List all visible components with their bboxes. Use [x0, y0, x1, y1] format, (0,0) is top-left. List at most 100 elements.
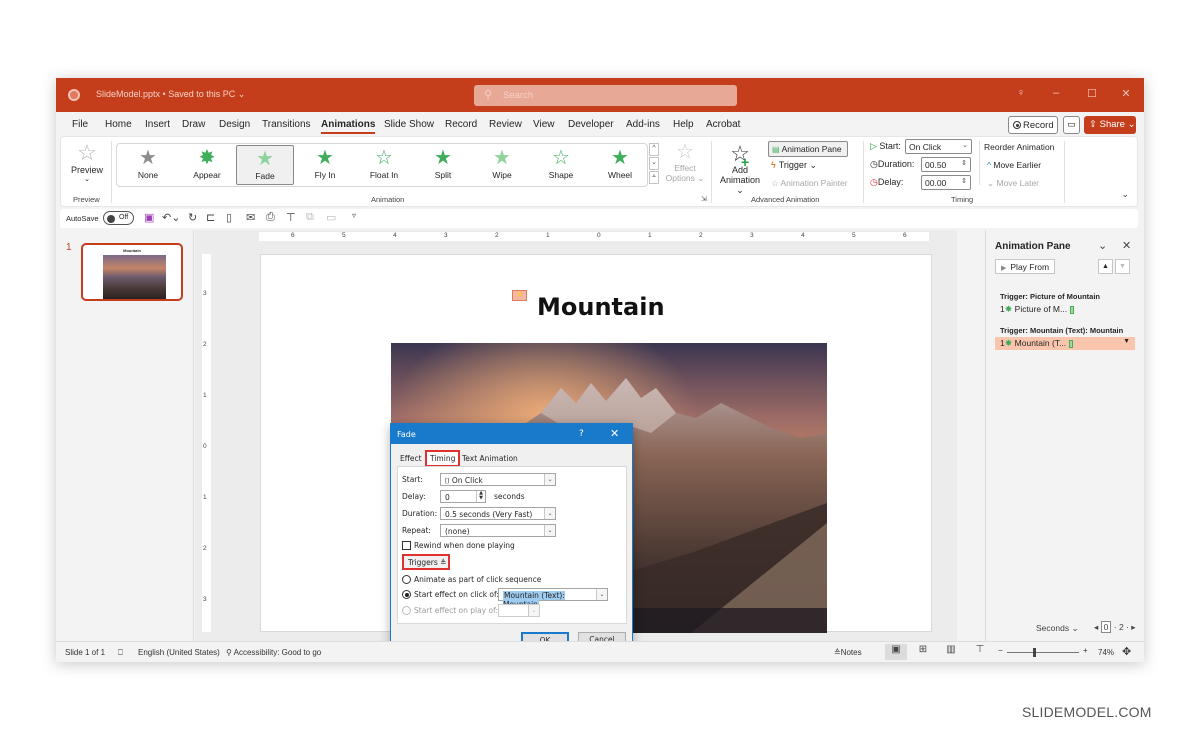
- tab-transitions[interactable]: Transitions: [262, 119, 311, 130]
- delay-spinner[interactable]: 00.00 ⇕: [921, 175, 971, 190]
- radio-click-sequence[interactable]: [402, 575, 411, 584]
- click-object-dropdown[interactable]: Mountain (Text): Mountain⌄: [498, 588, 608, 609]
- help-icon[interactable]: ?: [579, 429, 584, 439]
- gallery-item-fly-in[interactable]: ★ Fly In: [296, 145, 354, 185]
- radio-start-on-click[interactable]: [402, 590, 411, 599]
- move-later-button[interactable]: ⌄ Move Later: [987, 178, 1039, 189]
- zoom-out-button[interactable]: −: [998, 646, 1003, 655]
- duration-dropdown[interactable]: 0.5 seconds (Very Fast) ⌄: [440, 507, 556, 520]
- slide-title[interactable]: Mountain: [537, 293, 665, 321]
- animation-pane-button[interactable]: ▤ Animation Pane: [768, 141, 848, 157]
- close-icon[interactable]: ✕: [1116, 87, 1136, 100]
- slide-sorter-button[interactable]: ⊞: [912, 644, 934, 660]
- zoom-slider-thumb[interactable]: [1033, 648, 1036, 657]
- gallery-expand[interactable]: ⩡: [649, 171, 659, 184]
- lightbulb-icon[interactable]: ♀: [1011, 87, 1031, 99]
- collapse-ribbon-icon[interactable]: ⌄: [1121, 189, 1129, 200]
- tab-animations[interactable]: Animations: [321, 119, 376, 134]
- animation-trigger-tag[interactable]: ⚡: [512, 290, 527, 301]
- tab-view[interactable]: View: [533, 119, 555, 130]
- rewind-checkbox[interactable]: [402, 541, 411, 550]
- gallery-item-split[interactable]: ★ Split: [414, 145, 472, 185]
- item-dropdown-icon[interactable]: ▼: [1123, 338, 1130, 345]
- animation-painter-button[interactable]: ☆ Animation Painter: [771, 178, 848, 189]
- reading-view-button[interactable]: ▥: [940, 644, 962, 660]
- delay-spinner[interactable]: 0 ▲ ▼: [440, 490, 486, 503]
- comment-icon[interactable]: ▭: [326, 211, 336, 224]
- preview-button[interactable]: ☆ Preview ⌄: [67, 141, 107, 184]
- gallery-scroll-up[interactable]: ^: [649, 143, 659, 156]
- new-file-icon[interactable]: ▯: [226, 211, 232, 224]
- maximize-icon[interactable]: ☐: [1082, 87, 1102, 100]
- trigger-button[interactable]: ϟ Trigger ⌄: [771, 160, 817, 171]
- radio-start-on-play[interactable]: [402, 606, 411, 615]
- tab-draw[interactable]: Draw: [182, 119, 205, 130]
- copy-icon[interactable]: ⧉: [306, 211, 314, 224]
- gallery-scroll-down[interactable]: ⌄: [649, 157, 659, 170]
- autosave-toggle[interactable]: Off: [103, 211, 134, 225]
- start-dropdown[interactable]: ⌷ On Click ⌄: [440, 473, 556, 486]
- search-input[interactable]: ⚲ Search: [474, 85, 737, 106]
- gallery-item-shape[interactable]: ☆ Shape: [532, 145, 590, 185]
- pane-close-icon[interactable]: ✕: [1122, 239, 1131, 252]
- tab-slide-show[interactable]: Slide Show: [384, 119, 434, 130]
- dialog-tab-text-animation[interactable]: Text Animation: [459, 452, 521, 466]
- fit-to-window-icon[interactable]: ✥: [1122, 645, 1131, 658]
- seconds-dropdown[interactable]: Seconds ⌄: [1036, 623, 1079, 634]
- animation-list-item[interactable]: 1✸ Picture of M...: [995, 303, 1135, 316]
- present-icon[interactable]: ⊤: [286, 211, 296, 224]
- zoom-in-button[interactable]: +: [1083, 646, 1088, 655]
- tab-developer[interactable]: Developer: [568, 119, 614, 130]
- move-down-button[interactable]: ▼: [1115, 259, 1130, 274]
- customize-qat-icon[interactable]: ▿: [352, 211, 356, 220]
- gallery-item-wheel[interactable]: ★ Wheel: [591, 145, 649, 185]
- play-from-button[interactable]: ▶ Play From: [995, 259, 1055, 274]
- gallery-item-wipe[interactable]: ★ Wipe: [473, 145, 531, 185]
- gallery-item-appear[interactable]: ✸ Appear: [178, 145, 236, 185]
- move-up-button[interactable]: ▲: [1098, 259, 1113, 274]
- duration-spinner[interactable]: 00.50 ⇕: [921, 157, 971, 172]
- normal-view-button[interactable]: ▣: [885, 644, 907, 660]
- dialog-close-icon[interactable]: ✕: [610, 427, 619, 440]
- triggers-button[interactable]: Triggers ≜: [402, 554, 450, 570]
- email-icon[interactable]: ✉: [246, 211, 255, 224]
- slide-thumbnail[interactable]: Mountain: [81, 243, 183, 301]
- dialog-tab-effect[interactable]: Effect: [397, 452, 425, 466]
- tab-file[interactable]: File: [72, 119, 88, 130]
- open-folder-icon[interactable]: ⊏: [206, 211, 215, 224]
- minimize-icon[interactable]: –: [1046, 87, 1066, 99]
- document-title[interactable]: SlideModel.pptx • Saved to this PC ⌄: [96, 89, 245, 100]
- tab-add-ins[interactable]: Add-ins: [626, 119, 660, 130]
- add-animation-button[interactable]: ☆ + Add Animation ⌄: [717, 143, 763, 196]
- print-icon[interactable]: ⎙: [266, 211, 275, 224]
- tab-record[interactable]: Record: [445, 119, 477, 130]
- start-select[interactable]: On Click ⌄: [905, 139, 972, 154]
- move-earlier-button[interactable]: ^ Move Earlier: [987, 160, 1041, 170]
- tab-review[interactable]: Review: [489, 119, 522, 130]
- comments-button[interactable]: ▭: [1063, 116, 1080, 134]
- zoom-level[interactable]: 74%: [1098, 648, 1114, 657]
- record-button[interactable]: Record: [1008, 116, 1058, 134]
- tab-insert[interactable]: Insert: [145, 119, 170, 130]
- gallery-item-fade[interactable]: ★ Fade: [236, 145, 294, 185]
- tab-acrobat[interactable]: Acrobat: [706, 119, 740, 130]
- timeline-scale[interactable]: ◂ 0 · 2 · ▸: [1094, 621, 1136, 633]
- play-object-dropdown[interactable]: ⌄: [498, 604, 540, 617]
- dialog-tab-timing[interactable]: Timing: [425, 450, 461, 467]
- notes-button[interactable]: ≙Notes: [834, 648, 862, 657]
- language-status[interactable]: English (United States): [138, 648, 220, 657]
- share-button[interactable]: ⇪ Share ⌄: [1084, 116, 1136, 134]
- gallery-item-float-in[interactable]: ☆ Float In: [355, 145, 413, 185]
- dialog-launcher-icon[interactable]: ⇲: [701, 195, 707, 203]
- tab-help[interactable]: Help: [673, 119, 694, 130]
- save-icon[interactable]: ▣: [144, 211, 154, 224]
- tab-home[interactable]: Home: [105, 119, 132, 130]
- tab-design[interactable]: Design: [219, 119, 250, 130]
- gallery-item-none[interactable]: ★ None: [119, 145, 177, 185]
- pane-options-icon[interactable]: ⌄: [1098, 239, 1107, 252]
- accessibility-status[interactable]: ⚲ Accessibility: Good to go: [226, 648, 321, 657]
- zoom-slider[interactable]: [1007, 648, 1079, 657]
- repeat-dropdown[interactable]: (none) ⌄: [440, 524, 556, 537]
- effect-options-button[interactable]: ☆ Effect Options ⌄: [664, 141, 706, 184]
- slideshow-button[interactable]: ⊤: [969, 644, 991, 660]
